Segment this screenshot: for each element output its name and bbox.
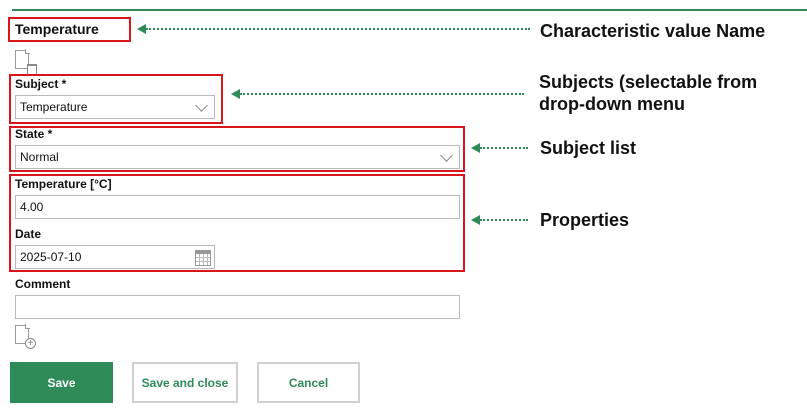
annotation-subject-list: Subject list: [540, 138, 637, 158]
page-title: Temperature: [15, 21, 99, 37]
top-divider: [12, 9, 807, 11]
subject-label: Subject *: [15, 77, 67, 91]
temperature-label: Temperature [°C]: [15, 177, 112, 191]
date-label: Date: [15, 227, 42, 241]
save-button[interactable]: Save: [10, 362, 113, 403]
temperature-value: 4.00: [20, 200, 44, 214]
temperature-input[interactable]: 4.00: [15, 195, 460, 219]
document-delete-icon[interactable]: [15, 49, 37, 75]
subject-value: Temperature: [20, 100, 88, 114]
document-add-icon[interactable]: +: [15, 324, 36, 349]
arrow-name: [146, 28, 530, 30]
arrowhead-name: [137, 24, 146, 34]
date-value: 2025-07-10: [20, 250, 82, 264]
arrowhead-subjects: [231, 89, 240, 99]
annotation-subjects-line2: drop-down menu: [539, 94, 685, 114]
annotation-subjects-line1: Subjects (selectable from: [539, 72, 758, 92]
arrowhead-properties: [471, 215, 480, 225]
state-value: Normal: [20, 150, 59, 164]
save-and-close-button[interactable]: Save and close: [132, 362, 238, 403]
state-dropdown[interactable]: Normal: [15, 145, 460, 169]
comment-label: Comment: [15, 277, 71, 291]
arrow-properties: [480, 219, 528, 221]
cancel-button[interactable]: Cancel: [257, 362, 360, 403]
arrowhead-subject-list: [471, 143, 480, 153]
subject-dropdown[interactable]: Temperature: [15, 95, 215, 119]
state-label: State *: [15, 127, 53, 141]
annotation-name: Characteristic value Name: [540, 21, 766, 41]
annotation-properties: Properties: [540, 210, 630, 230]
calendar-icon[interactable]: [195, 250, 211, 266]
comment-input[interactable]: [15, 295, 460, 319]
chevron-down-icon: [195, 99, 208, 112]
arrow-subjects: [240, 93, 524, 95]
chevron-down-icon: [440, 149, 453, 162]
arrow-subject-list: [480, 147, 528, 149]
date-input[interactable]: 2025-07-10: [15, 245, 215, 269]
